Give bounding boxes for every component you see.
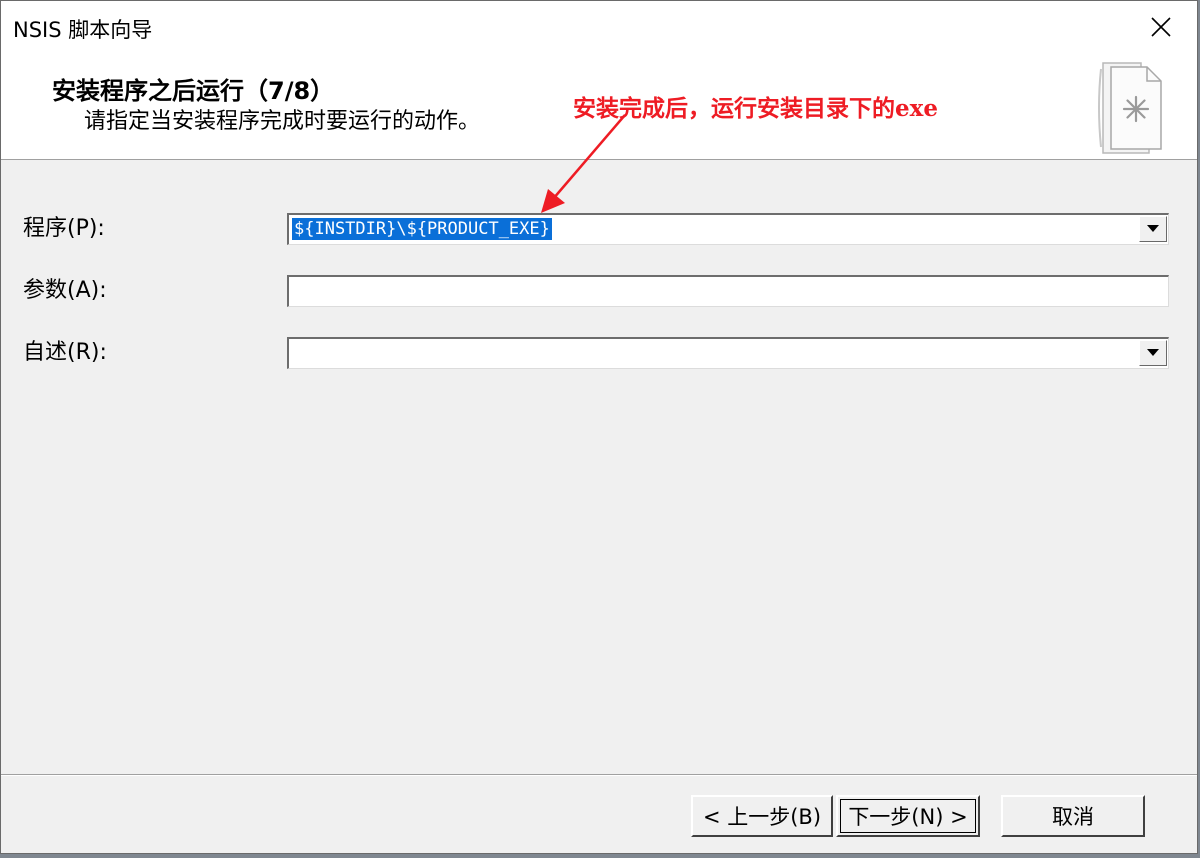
- chevron-down-icon: [1147, 225, 1159, 232]
- chevron-down-icon: [1147, 349, 1159, 356]
- program-label: 程序(P):: [23, 216, 105, 241]
- page-subtitle: 请指定当安装程序完成时要运行的动作。: [84, 109, 481, 134]
- footer-divider: [1, 774, 1197, 776]
- cancel-button[interactable]: 取消: [1001, 795, 1145, 837]
- nsis-wizard-window: NSIS 脚本向导 安装程序之后运行（7/8） 请指定当安装程序完成时要运行的动…: [0, 0, 1198, 854]
- program-dropdown-button[interactable]: [1139, 216, 1167, 242]
- annotation-text: 安装完成后，运行安装目录下的exe: [573, 95, 938, 122]
- description-dropdown-button[interactable]: [1139, 340, 1167, 366]
- close-icon: [1151, 17, 1171, 37]
- program-combobox[interactable]: ${INSTDIR}\${PRODUCT_EXE}: [287, 213, 1169, 245]
- close-button[interactable]: [1125, 1, 1197, 53]
- next-button[interactable]: 下一步(N) >: [836, 795, 980, 837]
- page-title: 安装程序之后运行（7/8）: [52, 77, 335, 105]
- program-input-value[interactable]: ${INSTDIR}\${PRODUCT_EXE}: [292, 218, 552, 240]
- description-label: 自述(R):: [23, 340, 107, 365]
- params-label: 参数(A):: [23, 278, 107, 303]
- document-wizard-icon: [1098, 62, 1162, 154]
- back-button[interactable]: < 上一步(B): [691, 795, 833, 837]
- window-title: NSIS 脚本向导: [13, 18, 153, 42]
- description-combobox[interactable]: [287, 337, 1169, 369]
- params-input[interactable]: [287, 275, 1169, 307]
- title-bar: NSIS 脚本向导: [1, 1, 1197, 53]
